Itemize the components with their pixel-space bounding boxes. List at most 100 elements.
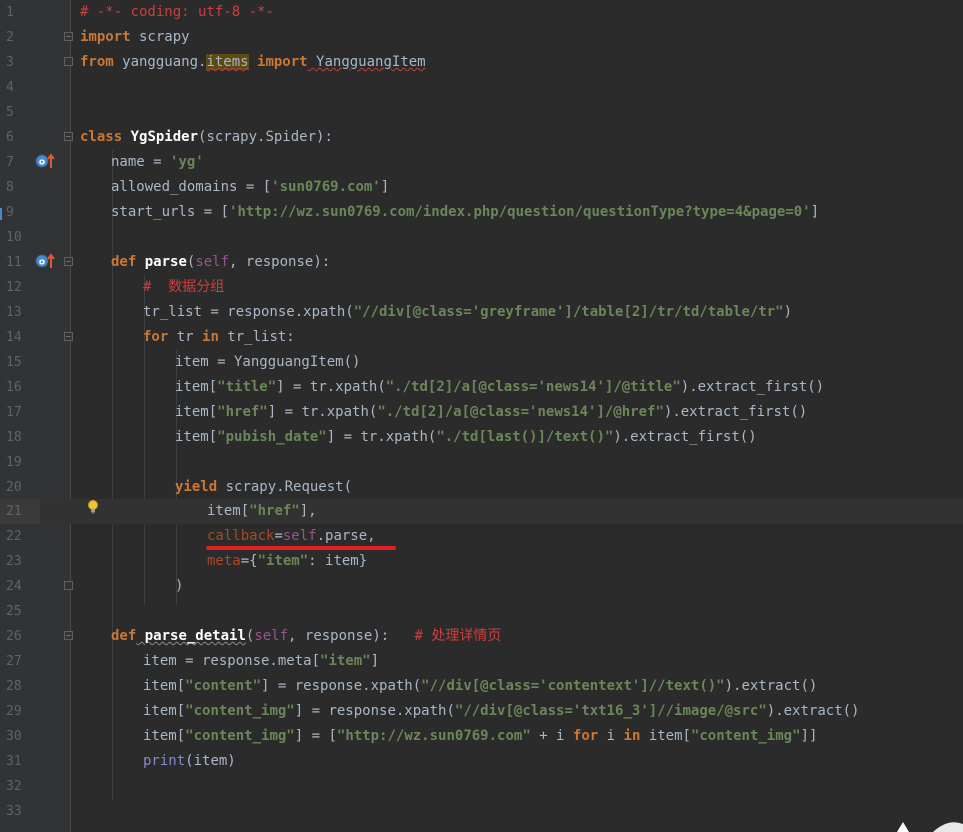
line-number: 18 <box>6 430 22 445</box>
code-token: ).extract_first() <box>663 404 808 420</box>
code-line-30[interactable]: 30 item["content_img"] = ["http://wz.sun… <box>0 724 963 749</box>
code-token: ) <box>783 304 793 320</box>
line-number: 23 <box>6 554 22 569</box>
fold-toggle-icon[interactable] <box>64 32 73 41</box>
string-token: "pubish_date" <box>217 429 327 445</box>
code-line-13[interactable]: 13 tr_list = response.xpath("//div[@clas… <box>0 300 963 325</box>
builtin-token: print <box>143 753 186 769</box>
code-token: ] = tr.xpath( <box>276 379 386 395</box>
self-token: self <box>195 254 230 270</box>
code-line-32[interactable]: 32 <box>0 774 963 799</box>
string-token: "//div[@class='greyframe']/table[2]/tr/t… <box>353 304 784 320</box>
code-line-33[interactable]: 33 <box>0 799 963 824</box>
code-token: ] = response.xpath( <box>294 703 455 719</box>
code-token: item[ <box>143 728 186 744</box>
keyword-token: def <box>111 628 137 644</box>
fold-toggle-icon[interactable] <box>64 257 73 266</box>
code-line-8[interactable]: 8 allowed_domains = ['sun0769.com'] <box>0 175 963 200</box>
code-line-22[interactable]: 22 callback=self.parse, <box>0 524 963 549</box>
line-number: 8 <box>6 180 14 195</box>
code-line-27[interactable]: 27 item = response.meta["item"] <box>0 649 963 674</box>
override-method-icon[interactable]: o <box>35 253 57 269</box>
fold-toggle-icon[interactable] <box>64 332 73 341</box>
code-line-18[interactable]: 18 item["pubish_date"] = tr.xpath("./td[… <box>0 425 963 450</box>
string-token: "./td[2]/a[@class='news14']/@href" <box>377 404 664 420</box>
code-token: ] <box>810 204 820 220</box>
string-token: "./td[2]/a[@class='news14']/@title" <box>385 379 681 395</box>
code-line-25[interactable]: 25 <box>0 599 963 624</box>
line-number: 10 <box>6 230 22 245</box>
code-line-6[interactable]: 6 class YgSpider(scrapy.Spider): <box>0 125 963 150</box>
function-name-token: parse_detail <box>136 628 246 644</box>
string-token: "item" <box>320 653 371 669</box>
string-token: "href" <box>249 503 300 519</box>
code-line-7[interactable]: 7 name = 'yg' <box>0 150 963 175</box>
code-line-5[interactable]: 5 <box>0 100 963 125</box>
code-editor[interactable]: 1 # -*- coding: utf-8 -*- 2 import scrap… <box>0 0 963 832</box>
line-number: 20 <box>6 480 22 495</box>
code-token: : item} <box>308 553 368 569</box>
code-line-15[interactable]: 15 item = YangguangItem() <box>0 350 963 375</box>
code-token: i <box>598 728 624 744</box>
code-line-26[interactable]: 26 def parse_detail(self, response): # 处… <box>0 624 963 649</box>
string-token: "href" <box>217 404 268 420</box>
code-line-11[interactable]: 11 def parse(self, response): <box>0 250 963 275</box>
code-line-1[interactable]: 1 # -*- coding: utf-8 -*- <box>0 0 963 25</box>
override-method-icon[interactable]: o <box>35 153 57 169</box>
code-line-21-current[interactable]: 21 item["href"], <box>0 499 963 524</box>
line-number: 22 <box>6 529 22 544</box>
code-token: tr <box>168 329 203 345</box>
lightbulb-icon[interactable] <box>86 499 100 515</box>
keyword-token: def <box>111 254 137 270</box>
code-line-4[interactable]: 4 <box>0 75 963 100</box>
code-token: ] = tr.xpath( <box>326 429 437 445</box>
function-name-token: parse <box>136 254 187 270</box>
line-number: 14 <box>6 330 22 345</box>
comment-token: # 数据分组 <box>143 279 225 295</box>
code-line-28[interactable]: 28 item["content"] = response.xpath("//d… <box>0 674 963 699</box>
code-token: item[ <box>207 503 250 519</box>
code-line-17[interactable]: 17 item["href"] = tr.xpath("./td[2]/a[@c… <box>0 400 963 425</box>
code-token: ] = response.xpath( <box>261 678 422 694</box>
class-name-token: YgSpider <box>122 129 199 145</box>
code-line-3[interactable]: 3 from yangguang.items import YangguangI… <box>0 50 963 75</box>
fold-end-icon[interactable] <box>64 581 73 590</box>
keyword-token: from <box>80 54 114 70</box>
code-line-10[interactable]: 10 <box>0 225 963 250</box>
code-token: item = YangguangItem() <box>175 354 361 370</box>
string-token: "./td[last()]/text()" <box>436 429 614 445</box>
code-line-31[interactable]: 31 print(item) <box>0 749 963 774</box>
line-number: 13 <box>6 305 22 320</box>
code-line-16[interactable]: 16 item["title"] = tr.xpath("./td[2]/a[@… <box>0 375 963 400</box>
string-token: "//div[@class='contentext']//text()" <box>421 678 725 694</box>
code-line-24[interactable]: 24 ) <box>0 574 963 599</box>
code-line-14[interactable]: 14 for tr in tr_list: <box>0 325 963 350</box>
fold-toggle-icon[interactable] <box>64 631 73 640</box>
code-line-20[interactable]: 20 yield scrapy.Request( <box>0 475 963 500</box>
code-line-9[interactable]: 9 start_urls = ['http://wz.sun0769.com/i… <box>0 200 963 225</box>
line-number: 16 <box>6 380 22 395</box>
fold-toggle-icon[interactable] <box>64 132 73 141</box>
code-line-2[interactable]: 2 import scrapy <box>0 25 963 50</box>
keyword-argument-token: callback <box>207 528 275 544</box>
code-token: tr_list = response.xpath( <box>143 304 354 320</box>
code-line-29[interactable]: 29 item["content_img"] = response.xpath(… <box>0 699 963 724</box>
code-token: item[ <box>175 429 218 445</box>
code-token: (scrapy.Spider): <box>198 129 333 145</box>
code-line-19[interactable]: 19 <box>0 450 963 475</box>
keyword-token: in <box>202 329 219 345</box>
keyword-token: for <box>572 728 599 744</box>
code-token: ]] <box>800 728 818 744</box>
line-number: 2 <box>6 30 14 45</box>
line-number: 6 <box>6 130 14 145</box>
line-number: 28 <box>6 679 22 694</box>
fold-end-icon[interactable] <box>64 57 73 66</box>
line-number: 25 <box>6 604 22 619</box>
code-line-12[interactable]: 12 # 数据分组 <box>0 275 963 300</box>
keyword-token: in <box>623 728 641 744</box>
code-line-23[interactable]: 23 meta={"item": item} <box>0 549 963 574</box>
string-token: "content" <box>185 678 262 694</box>
line-number: 11 <box>6 255 22 270</box>
string-token: 'sun0769.com' <box>271 179 381 195</box>
line-number: 4 <box>6 80 14 95</box>
